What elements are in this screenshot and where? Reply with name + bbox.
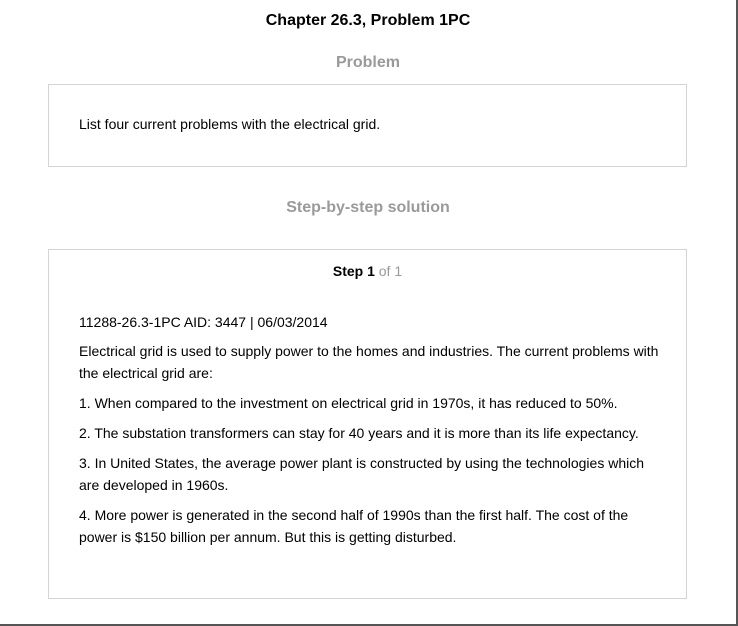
solution-heading: Step-by-step solution — [286, 199, 450, 216]
problem-text: List four current problems with the elec… — [79, 116, 381, 132]
solution-point-4: 4. More power is generated in the second… — [79, 507, 629, 545]
problem-box: List four current problems with the elec… — [48, 84, 687, 167]
step-count: of 1 — [374, 263, 403, 279]
step-label: Step 1 — [332, 263, 375, 279]
solution-point-1: 1. When compared to the investment on el… — [79, 395, 618, 411]
solution-intro-paragraph: Electrical grid is used to supply power … — [79, 343, 659, 381]
step-body: 11288-26.3-1PC AID: 3447 | 06/03/2014 El… — [79, 311, 664, 556]
solution-point-2: 2. The substation transformers can stay … — [79, 425, 639, 441]
step-header: Step 1 of 1 — [49, 263, 686, 279]
solution-meta: 11288-26.3-1PC AID: 3447 | 06/03/2014 — [79, 314, 328, 330]
solution-box: Step 1 of 1 11288-26.3-1PC AID: 3447 | 0… — [48, 249, 687, 599]
solution-point-3: 3. In United States, the average power p… — [79, 455, 645, 493]
chapter-title: Chapter 26.3, Problem 1PC — [265, 12, 471, 29]
problem-heading: Problem — [335, 54, 400, 71]
